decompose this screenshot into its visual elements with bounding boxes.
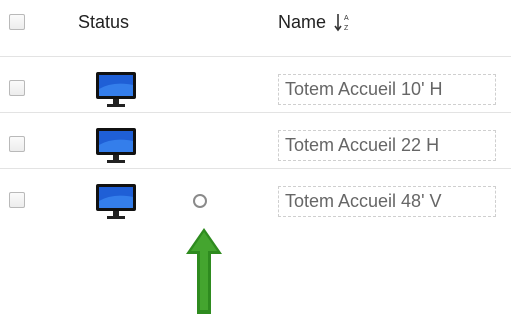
row-name-field[interactable]: Totem Accueil 10' H [278, 74, 496, 105]
green-arrow-icon [186, 228, 222, 314]
svg-text:Z: Z [344, 25, 349, 32]
table-row[interactable]: Totem Accueil 22 H [0, 126, 511, 166]
row-divider [0, 112, 511, 113]
row-checkbox[interactable] [9, 192, 25, 208]
monitor-icon [96, 184, 136, 219]
table-row[interactable]: Totem Accueil 48' V [0, 182, 511, 222]
monitor-icon [96, 128, 136, 163]
monitor-icon [96, 72, 136, 107]
circle-indicator-icon[interactable] [193, 194, 207, 208]
row-divider [0, 56, 511, 57]
row-checkbox[interactable] [9, 80, 25, 96]
select-all-checkbox[interactable] [9, 14, 25, 30]
column-header-name[interactable]: Name [278, 12, 326, 33]
table-row[interactable]: Totem Accueil 10' H [0, 70, 511, 110]
svg-text:A: A [344, 15, 349, 22]
column-header-status[interactable]: Status [78, 12, 129, 33]
sort-icon[interactable]: A Z [334, 11, 352, 33]
row-checkbox[interactable] [9, 136, 25, 152]
row-name-field[interactable]: Totem Accueil 48' V [278, 186, 496, 217]
row-divider [0, 168, 511, 169]
row-name-field[interactable]: Totem Accueil 22 H [278, 130, 496, 161]
table-header: Status Name A Z [0, 2, 511, 42]
